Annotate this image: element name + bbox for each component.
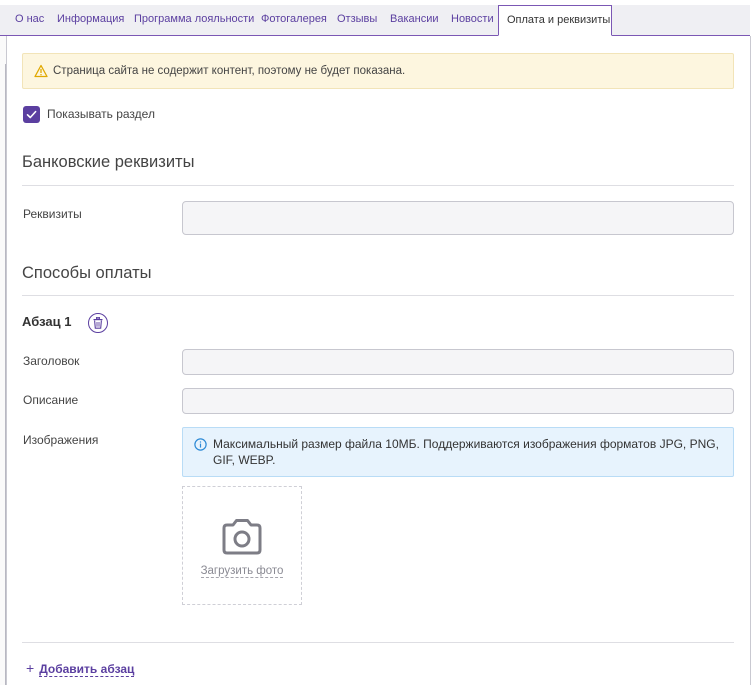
tabs-bar: О нас Информация Программа лояльности Фо… xyxy=(0,0,756,36)
left-panel-edge xyxy=(0,36,7,685)
heading-label: Заголовок xyxy=(23,354,80,368)
bank-section-title: Банковские реквизиты xyxy=(22,153,195,171)
images-label: Изображения xyxy=(23,433,99,447)
tab-loyalty-program[interactable]: Программа лояльности xyxy=(126,5,262,36)
upload-info-banner: Максимальный размер файла 10МБ. Поддержи… xyxy=(182,427,734,477)
tab-about[interactable]: О нас xyxy=(7,5,52,36)
upload-info-text: Максимальный размер файла 10МБ. Поддержи… xyxy=(213,437,719,467)
paragraph-title: Абзац 1 xyxy=(22,314,72,329)
requisites-input[interactable] xyxy=(182,201,734,235)
show-section-label: Показывать раздел xyxy=(47,107,155,121)
show-section-checkbox[interactable] xyxy=(23,106,40,123)
payment-section-title: Способы оплаты xyxy=(22,264,152,282)
tab-vacancies[interactable]: Вакансии xyxy=(382,5,447,36)
add-paragraph-button[interactable]: + Добавить абзац xyxy=(26,660,135,677)
payment-section-divider xyxy=(22,295,734,296)
heading-input[interactable] xyxy=(182,349,734,375)
right-panel-edge xyxy=(750,36,751,685)
plus-icon: + xyxy=(26,660,35,676)
requisites-label: Реквизиты xyxy=(23,207,82,221)
bank-section-divider xyxy=(22,185,734,186)
paragraph-bottom-divider xyxy=(22,642,734,643)
warning-text: Страница сайта не содержит контент, поэт… xyxy=(53,65,406,77)
tab-reviews[interactable]: Отзывы xyxy=(329,5,385,36)
tab-payment-requisites[interactable]: Оплата и реквизиты xyxy=(498,5,612,36)
warning-banner: Страница сайта не содержит контент, поэт… xyxy=(22,53,734,89)
delete-paragraph-button[interactable] xyxy=(88,313,108,333)
tab-information[interactable]: Информация xyxy=(49,5,132,36)
warning-icon xyxy=(34,64,48,78)
tab-news[interactable]: Новости xyxy=(443,5,502,36)
description-input[interactable] xyxy=(182,388,734,414)
tab-photo-gallery[interactable]: Фотогалерея xyxy=(253,5,335,36)
checkmark-icon xyxy=(26,110,37,119)
add-paragraph-label: Добавить абзац xyxy=(39,662,135,677)
description-label: Описание xyxy=(23,393,79,407)
camera-icon xyxy=(222,519,262,555)
upload-photo-area[interactable]: Загрузить фото xyxy=(182,486,302,605)
upload-photo-label: Загрузить фото xyxy=(200,565,284,578)
info-icon xyxy=(194,438,207,451)
trash-icon xyxy=(93,317,103,329)
